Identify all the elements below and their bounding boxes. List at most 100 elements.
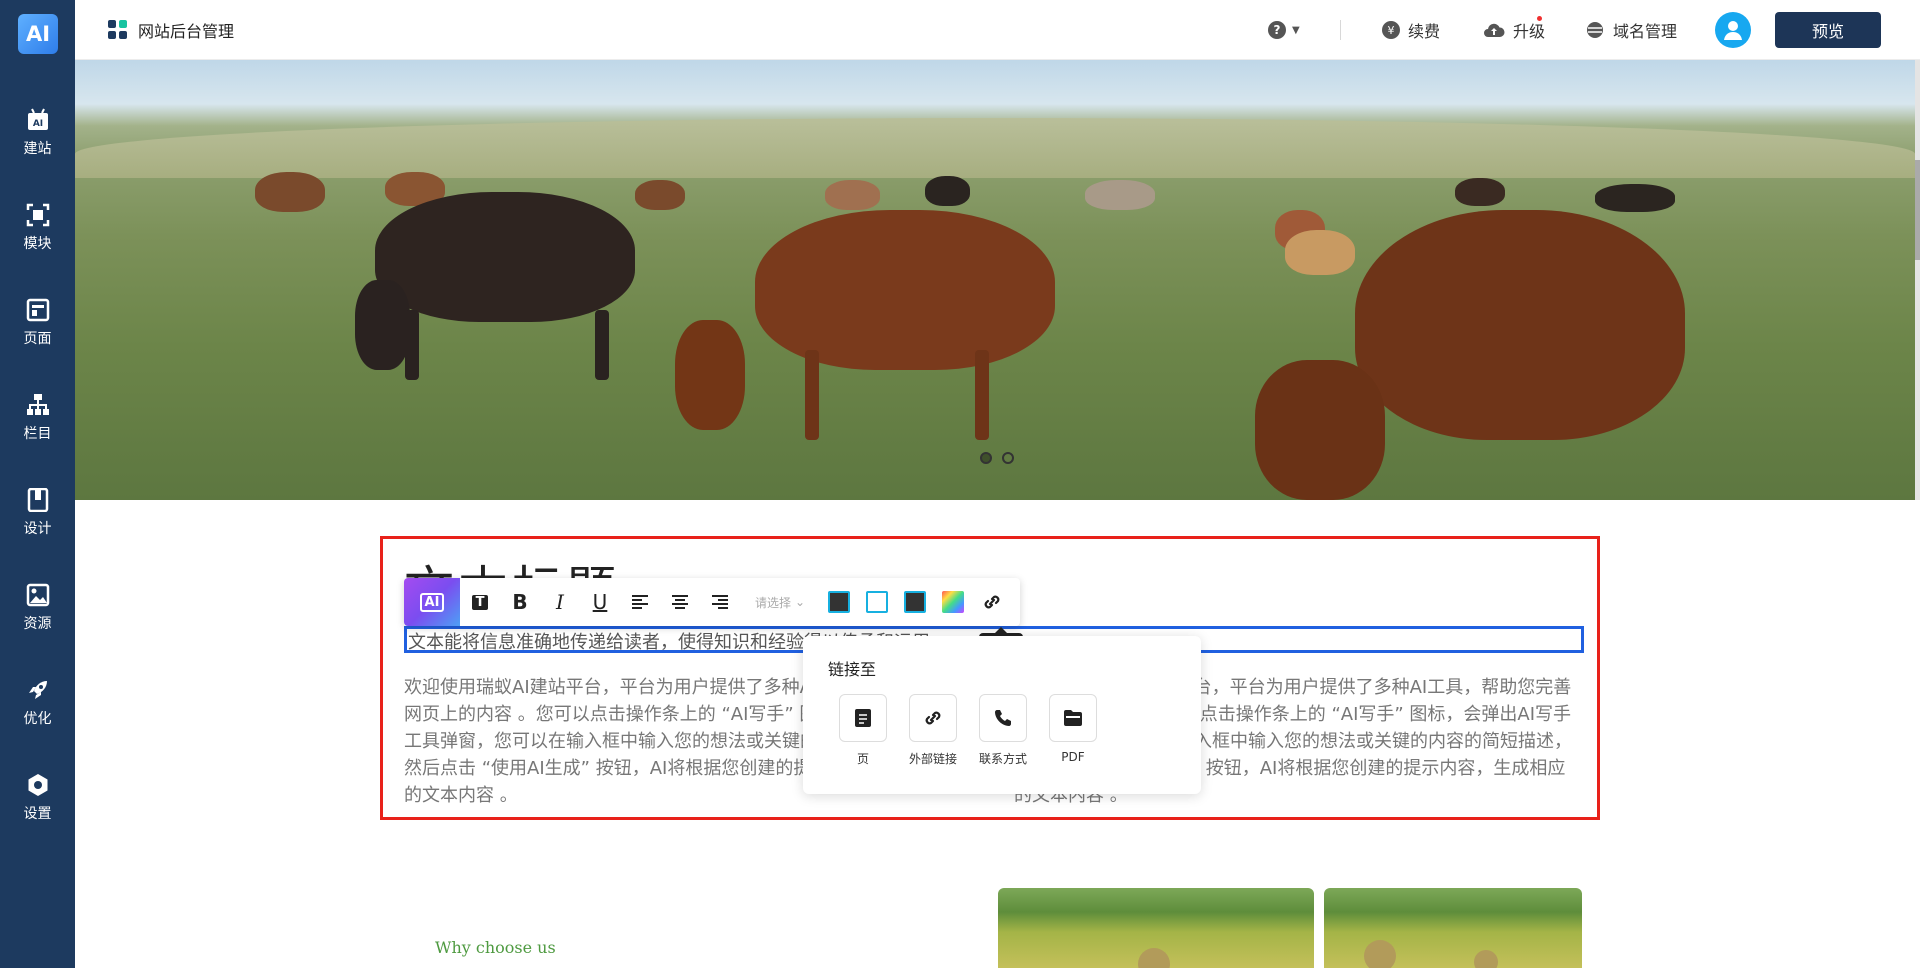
cow-figure: [825, 180, 880, 210]
hero-banner-image: [75, 60, 1915, 500]
link-option-label: 外部链接: [908, 752, 957, 766]
link-option-pdf[interactable]: PDF: [1038, 694, 1108, 764]
link-option-label: 联系方式: [978, 752, 1027, 766]
cow-figure: [1285, 230, 1355, 275]
cow-figure: [1455, 178, 1505, 206]
link-button[interactable]: [972, 578, 1012, 626]
align-right-button[interactable]: [700, 578, 740, 626]
page-scrollbar[interactable]: [1915, 60, 1920, 500]
bold-icon: B: [512, 590, 528, 614]
upgrade-label: 升级: [1513, 22, 1546, 41]
domain-management-link[interactable]: 域名管理: [1585, 12, 1677, 48]
sidebar-item-label: 资源: [23, 616, 52, 632]
app-title: 网站后台管理: [138, 22, 235, 41]
text-format-toolbar: AI T B I U 请选择 ⌄: [404, 578, 1020, 626]
black-cow-figure: [375, 192, 635, 322]
renew-label: 续费: [1408, 22, 1441, 41]
globe-icon: [1587, 22, 1603, 38]
text-t-icon: T: [471, 594, 489, 610]
hay-bale: [1474, 950, 1498, 968]
cow-figure: [1085, 180, 1155, 210]
hay-bale: [1364, 940, 1396, 968]
help-icon: ?: [1268, 21, 1286, 39]
ai-writer-button[interactable]: AI: [404, 578, 460, 626]
app-logo[interactable]: AI: [18, 14, 58, 54]
module-icon: [26, 203, 49, 227]
sidebar-item-label: 优化: [23, 711, 52, 727]
sidebar-item-build[interactable]: AI 建站: [0, 100, 75, 170]
italic-button[interactable]: I: [540, 578, 580, 626]
align-left-icon: [632, 595, 648, 609]
underline-button[interactable]: U: [580, 578, 620, 626]
user-icon: [1724, 21, 1742, 40]
link-to-popup: 链接至 页 外部链接 联系方式 PDF: [803, 636, 1201, 794]
carousel-dot[interactable]: [1002, 452, 1014, 464]
caret-down-icon: ▼: [1292, 24, 1300, 36]
column-tree-icon: [26, 394, 49, 415]
link-option-label: 页: [856, 752, 869, 766]
align-right-icon: [712, 595, 728, 609]
link-icon: [984, 595, 1000, 609]
domain-label: 域名管理: [1613, 22, 1678, 41]
distant-hills: [75, 118, 1915, 178]
link-option-page[interactable]: 页: [828, 694, 898, 767]
text-style-button[interactable]: T: [460, 578, 500, 626]
scrollbar-thumb[interactable]: [1915, 160, 1920, 260]
sidebar-item-page[interactable]: 页面: [0, 290, 75, 360]
sidebar-item-resource[interactable]: 资源: [0, 575, 75, 645]
top-bar: 网站后台管理 ? ▼ ¥ 续费 升级 域名管理 预览: [75, 0, 1920, 60]
page-icon: [26, 298, 49, 322]
carousel-dot[interactable]: [980, 452, 992, 464]
renew-link[interactable]: ¥ 续费: [1382, 12, 1440, 48]
border-color-swatch[interactable]: [904, 591, 926, 613]
help-menu[interactable]: ? ▼: [1268, 12, 1300, 48]
page-doc-icon: [855, 709, 871, 727]
gradient-color-button[interactable]: [942, 591, 964, 613]
why-choose-heading: Why choose us: [435, 938, 556, 957]
sidebar-item-column[interactable]: 栏目: [0, 385, 75, 455]
bold-button[interactable]: B: [500, 578, 540, 626]
chevron-down-icon: ⌄: [794, 595, 806, 609]
ai-writer-icon: AI: [419, 592, 445, 612]
upgrade-link[interactable]: 升级: [1483, 12, 1545, 48]
link-option-label: PDF: [1061, 750, 1085, 764]
hay-bale: [1138, 948, 1170, 968]
align-left-button[interactable]: [620, 578, 660, 626]
left-sidebar: AI AI 建站 模块 页面 栏目 设计 资源 优化 设置: [0, 0, 75, 968]
preview-button[interactable]: 预览: [1775, 12, 1881, 48]
yen-icon: ¥: [1382, 21, 1400, 39]
text-color-swatch[interactable]: [828, 591, 850, 613]
brown-cow-figure: [755, 210, 1055, 370]
avatar[interactable]: [1715, 12, 1751, 48]
link-option-external[interactable]: 外部链接: [898, 694, 968, 767]
link-option-contact[interactable]: 联系方式: [968, 694, 1038, 767]
phone-icon: [995, 710, 1011, 726]
background-color-swatch[interactable]: [866, 591, 888, 613]
settings-icon: [28, 774, 47, 796]
svg-text:AI: AI: [32, 119, 42, 129]
sidebar-item-module[interactable]: 模块: [0, 195, 75, 265]
cow-head-figure: [355, 280, 410, 370]
underline-icon: U: [592, 590, 608, 614]
sidebar-item-design[interactable]: 设计: [0, 480, 75, 550]
cow-head-figure: [675, 320, 745, 430]
external-link-icon: [925, 711, 941, 725]
cow-leg: [595, 310, 609, 380]
notification-dot: [1537, 16, 1542, 21]
cow-figure: [255, 172, 325, 212]
sidebar-item-label: 页面: [23, 331, 52, 347]
cow-figure: [1595, 184, 1675, 212]
rocket-icon: [28, 681, 47, 699]
field-thumbnail-image: [998, 888, 1314, 968]
brown-cow-figure: [1355, 210, 1685, 440]
sidebar-item-label: 设置: [23, 806, 52, 822]
align-center-button[interactable]: [660, 578, 700, 626]
logo-text: AI: [25, 22, 51, 46]
cow-leg: [805, 350, 819, 440]
sidebar-item-settings[interactable]: 设置: [0, 765, 75, 835]
cloud-upload-icon: [1484, 23, 1505, 37]
sidebar-item-label: 建站: [23, 141, 52, 157]
font-size-select[interactable]: 请选择 ⌄: [740, 594, 820, 611]
sidebar-item-optimize[interactable]: 优化: [0, 670, 75, 740]
ai-site-icon: AI: [27, 108, 48, 130]
